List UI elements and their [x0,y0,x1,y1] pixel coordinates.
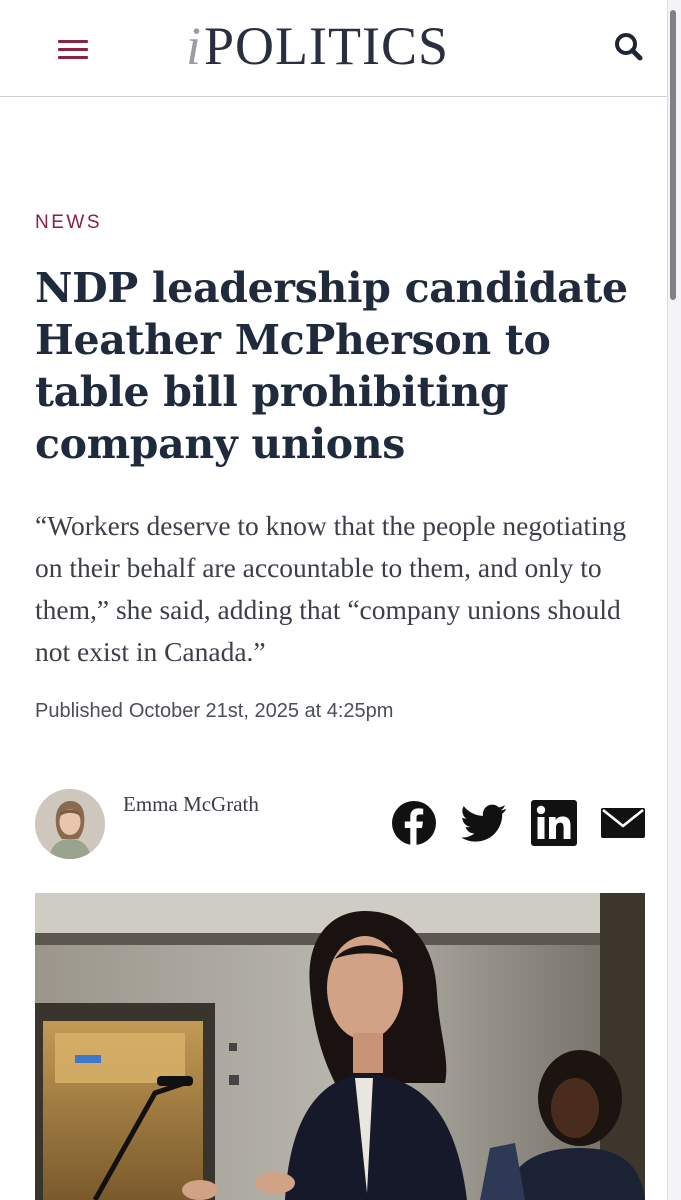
share-twitter-button[interactable] [461,800,507,846]
author-avatar[interactable] [35,789,105,859]
menu-icon-bar [58,40,88,43]
linkedin-icon [531,800,577,846]
article-photo[interactable] [35,893,645,1200]
facebook-icon [392,801,436,845]
site-header: iPOLITICS [0,0,667,97]
category-label[interactable]: NEWS [35,212,102,234]
article-headline: NDP leadership candidate Heather McPhers… [35,264,628,468]
share-facebook-button[interactable] [391,800,437,846]
logo-prefix: i [186,16,203,76]
published-label: Published [35,700,123,722]
logo-text: POLITICS [204,16,450,76]
twitter-icon [461,804,507,842]
author-photo [35,789,105,859]
article-dek: “Workers deserve to know that the people… [35,510,627,667]
share-email-button[interactable] [600,800,646,846]
email-icon [601,808,645,838]
scrollbar-thumb[interactable] [670,10,676,300]
article-photo-image [35,893,645,1200]
published-line: Published October 21st, 2025 at 4:25pm [35,700,393,723]
published-date: October 21st, 2025 at 4:25pm [128,700,394,722]
menu-button[interactable] [56,38,90,64]
site-logo[interactable]: iPOLITICS [186,14,449,78]
author-name[interactable]: Emma McGrath [123,792,259,817]
menu-icon-bar [58,56,88,59]
search-icon [615,33,643,61]
share-linkedin-button[interactable] [531,800,577,846]
menu-icon-bar [58,48,88,51]
search-button[interactable] [610,28,648,66]
